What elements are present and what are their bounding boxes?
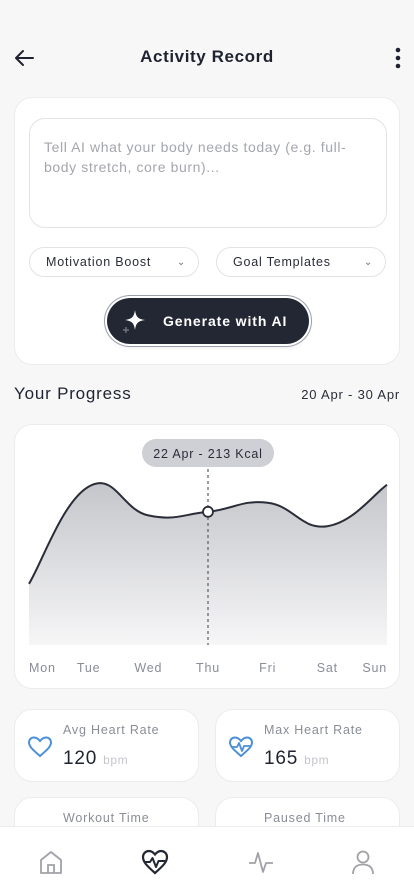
heart-activity-icon bbox=[141, 849, 169, 875]
max-heart-rate-card[interactable]: Max Heart Rate 165 bpm bbox=[215, 709, 400, 782]
select-label: Goal Templates bbox=[233, 255, 331, 269]
x-tick-label: Tue bbox=[77, 661, 100, 675]
date-range[interactable]: 20 Apr - 30 Apr bbox=[301, 387, 400, 402]
prompt-input[interactable]: Tell AI what your body needs today (e.g.… bbox=[29, 118, 387, 228]
stat-value: 120 bbox=[63, 748, 98, 769]
stat-value-row: 120 bpm bbox=[63, 748, 128, 770]
x-tick-label: Sun bbox=[362, 661, 387, 675]
chart-tooltip: 22 Apr - 213 Kcal bbox=[142, 439, 274, 467]
tooltip-text: 22 Apr - 213 Kcal bbox=[153, 447, 263, 461]
more-vertical-icon bbox=[395, 47, 401, 69]
motivation-boost-select[interactable]: Motivation Boost ⌄ bbox=[29, 247, 199, 277]
nav-heart-activity[interactable] bbox=[140, 847, 170, 877]
x-tick-label: Wed bbox=[134, 661, 162, 675]
ai-prompt-card: Tell AI what your body needs today (e.g.… bbox=[14, 97, 400, 365]
sparkle-icon bbox=[123, 310, 145, 333]
nav-profile[interactable] bbox=[348, 847, 378, 877]
home-icon bbox=[40, 851, 62, 874]
progress-title: Your Progress bbox=[14, 384, 132, 403]
bottom-nav bbox=[0, 826, 414, 896]
activity-icon bbox=[249, 852, 273, 873]
stat-value-row: 165 bpm bbox=[264, 748, 329, 770]
progress-chart[interactable]: 22 Apr - 213 Kcal Mon Tue Wed Thu Fri Sat Sun bbox=[15, 425, 401, 690]
stat-value: 165 bbox=[264, 748, 299, 769]
heart-pulse-icon bbox=[228, 736, 254, 758]
header: Activity Record bbox=[0, 0, 414, 96]
x-tick-label: Fri bbox=[259, 661, 276, 675]
stat-unit: bpm bbox=[103, 753, 129, 767]
stat-label: Avg Heart Rate bbox=[63, 723, 160, 737]
nav-activity[interactable] bbox=[246, 847, 276, 877]
x-axis-labels: Mon Tue Wed Thu Fri Sat Sun bbox=[29, 661, 387, 675]
goal-templates-select[interactable]: Goal Templates ⌄ bbox=[216, 247, 386, 277]
nav-home[interactable] bbox=[36, 847, 66, 877]
chevron-down-icon: ⌄ bbox=[176, 256, 186, 268]
more-menu-button[interactable] bbox=[390, 42, 406, 74]
page-title: Activity Record bbox=[140, 47, 274, 66]
select-label: Motivation Boost bbox=[46, 255, 152, 269]
generate-with-ai-button[interactable]: Generate with AI bbox=[107, 298, 309, 344]
profile-icon bbox=[352, 850, 374, 875]
stat-label: Workout Time bbox=[63, 811, 150, 825]
progress-chart-card: 22 Apr - 213 Kcal Mon Tue Wed Thu Fri Sat Sun bbox=[14, 424, 400, 689]
generate-label: Generate with AI bbox=[163, 313, 288, 329]
stat-unit: bpm bbox=[304, 753, 330, 767]
x-tick-label: Sat bbox=[317, 661, 338, 675]
heart-icon bbox=[27, 736, 53, 758]
chevron-down-icon: ⌄ bbox=[363, 256, 373, 268]
x-tick-label: Mon bbox=[29, 661, 56, 675]
x-tick-label: Thu bbox=[196, 661, 220, 675]
stat-label: Paused Time bbox=[264, 811, 346, 825]
avg-heart-rate-card[interactable]: Avg Heart Rate 120 bpm bbox=[14, 709, 199, 782]
stat-label: Max Heart Rate bbox=[264, 723, 363, 737]
highlight-point bbox=[202, 505, 214, 518]
